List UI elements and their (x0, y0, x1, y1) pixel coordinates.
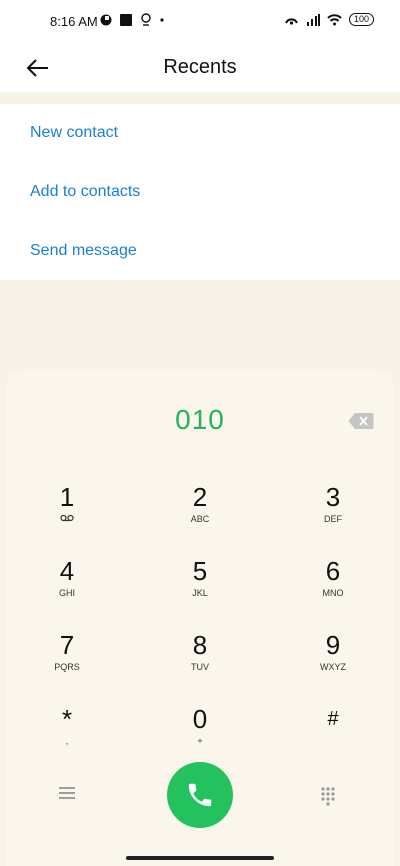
status-system-icons: 100 (284, 13, 374, 26)
dialpad-grid-icon (321, 787, 335, 806)
status-time: 8:16 AM (50, 14, 98, 29)
key-digit: # (327, 708, 339, 730)
page-title: Recents (163, 56, 237, 78)
key-letters: WXYZ (320, 662, 346, 672)
key-letters: MNO (322, 588, 344, 598)
key-digit: * (61, 704, 73, 734)
key-letters: , (65, 736, 69, 746)
menu-button[interactable] (58, 786, 82, 806)
dialpad-key-4[interactable]: 4 GHI (17, 556, 117, 618)
key-letters: TUV (191, 662, 209, 672)
dialed-number: 010 (175, 404, 225, 435)
key-digit: 6 (325, 556, 341, 586)
home-indicator[interactable] (126, 856, 274, 860)
app-bar: Recents (0, 44, 400, 92)
number-actions-list: New contact Add to contacts Send message (0, 104, 400, 280)
call-button[interactable] (167, 762, 233, 828)
key-digit: 3 (325, 482, 341, 512)
status-bar: 8:16 AM 100 (0, 0, 400, 44)
dialpad-key-7[interactable]: 7 PQRS (17, 630, 117, 692)
dialpad-panel: 010 1 2 ABC 3 DEF 4 GHI 5 JKL 6 MNO 7 PQ… (6, 370, 394, 866)
send-message-action[interactable]: Send message (30, 242, 137, 260)
status-notification-icons (100, 13, 164, 26)
key-digit: 9 (325, 630, 341, 660)
key-letters: PQRS (54, 662, 80, 672)
notification-app-icon (100, 14, 112, 25)
dialpad-key-1[interactable]: 1 (17, 482, 117, 544)
dialpad-key-2[interactable]: 2 ABC (150, 482, 250, 544)
dialpad-key-0[interactable]: 0 + (150, 704, 250, 766)
key-letters: + (197, 736, 203, 746)
voicemail-icon (17, 514, 117, 524)
cell-signal-icon (306, 13, 320, 26)
key-digit: 4 (59, 556, 75, 586)
wifi-icon (327, 13, 342, 25)
key-digit: 0 (192, 704, 208, 734)
dialpad-key-star[interactable]: * , (17, 704, 117, 766)
dialpad-key-5[interactable]: 5 JKL (150, 556, 250, 618)
dialpad-key-3[interactable]: 3 DEF (283, 482, 383, 544)
dialpad-key-9[interactable]: 9 WXYZ (283, 630, 383, 692)
hotspot-icon (285, 17, 298, 25)
new-contact-action[interactable]: New contact (30, 124, 118, 142)
dialpad-key-hash[interactable]: # (283, 704, 383, 766)
backspace-button[interactable] (348, 412, 374, 430)
key-digit: 7 (59, 630, 75, 660)
key-digit: 5 (192, 556, 208, 586)
add-to-contacts-action[interactable]: Add to contacts (30, 183, 140, 201)
notification-square-icon (120, 13, 132, 26)
notification-pin-icon (141, 13, 151, 26)
phone-icon (188, 783, 212, 807)
more-notifications-dot-icon (160, 17, 164, 22)
key-digit: 1 (59, 482, 75, 512)
dialpad-toggle-button[interactable] (320, 786, 338, 806)
key-digit: 8 (192, 630, 208, 660)
key-letters: JKL (192, 588, 208, 598)
dialpad-key-6[interactable]: 6 MNO (283, 556, 383, 618)
battery-indicator: 100 (348, 13, 374, 26)
dialpad-key-8[interactable]: 8 TUV (150, 630, 250, 692)
backspace-icon (348, 413, 374, 429)
key-letters: DEF (324, 514, 342, 524)
key-letters: GHI (58, 588, 75, 598)
key-letters: ABC (190, 514, 210, 524)
key-digit: 2 (192, 482, 208, 512)
hamburger-menu-icon (59, 787, 75, 799)
